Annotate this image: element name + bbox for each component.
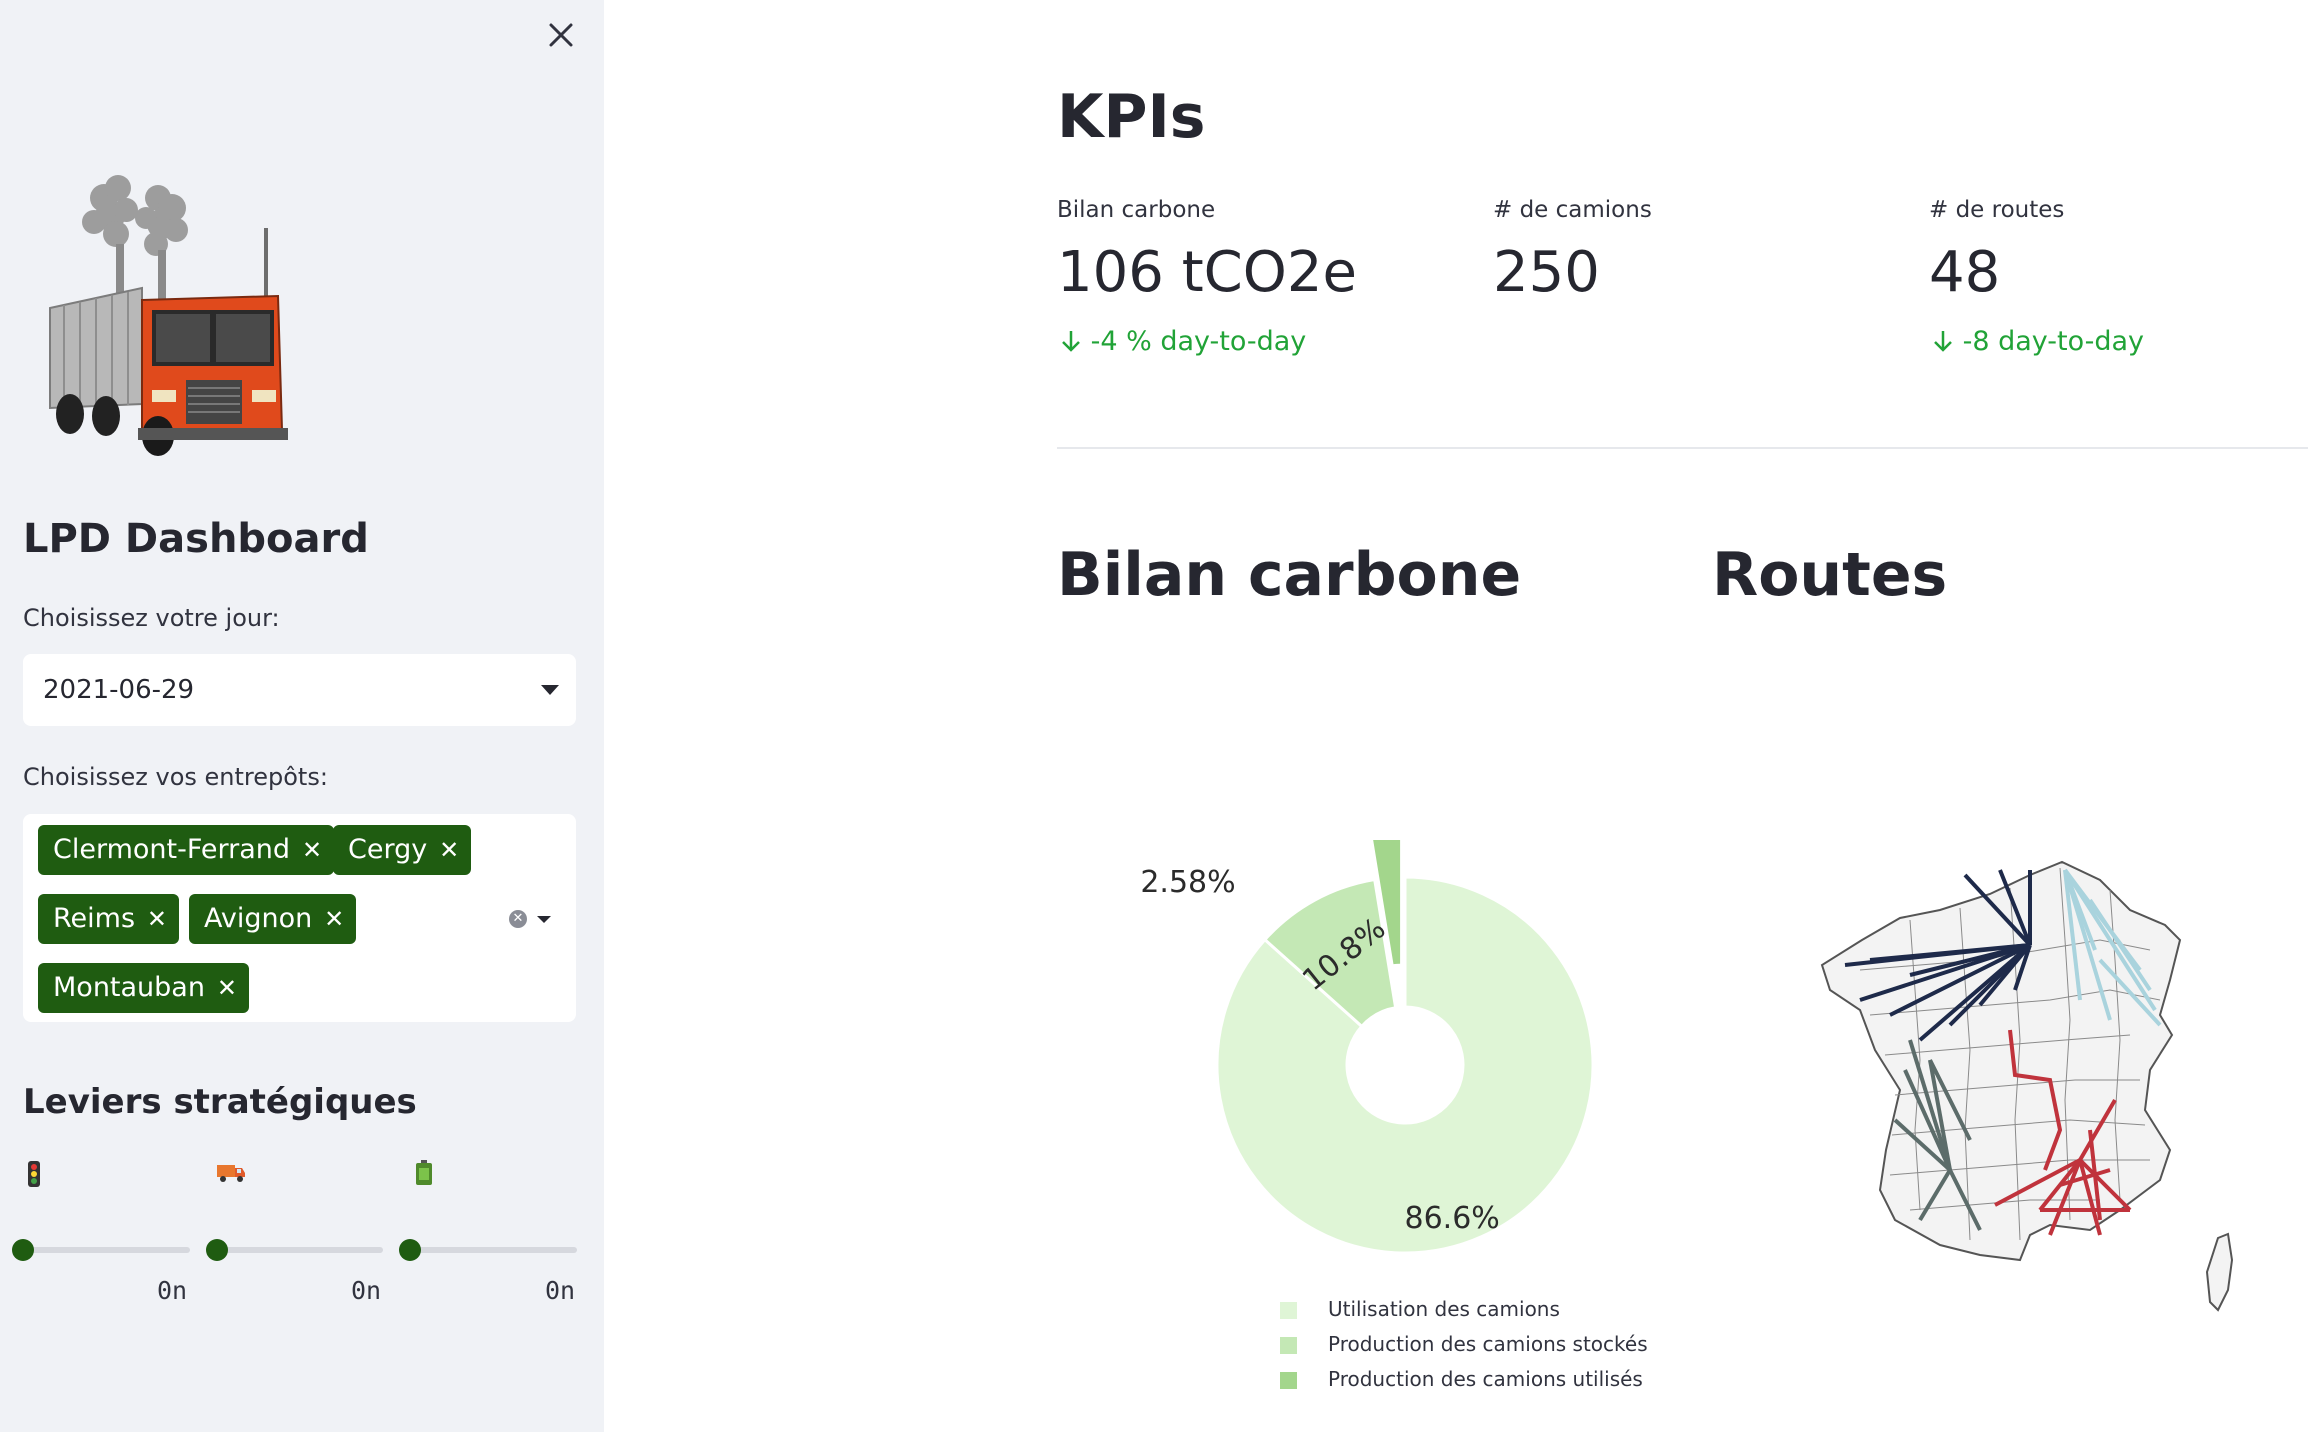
warehouse-tag-label: Reims (53, 903, 136, 934)
pie-slice-label: 86.6% (1404, 1201, 1499, 1236)
lever-slider-thumb[interactable] (206, 1239, 228, 1261)
sidebar-title: LPD Dashboard (23, 516, 369, 562)
kpi-title: KPIs (1057, 82, 1206, 152)
carbon-donut-chart: 86.6%10.8%2.58% (1140, 840, 1595, 1255)
metric-delta: -4 % day-to-day (1060, 326, 1306, 357)
metric-label: Bilan carbone (1057, 197, 1216, 223)
warehouse-tag: Montauban ✕ (38, 963, 249, 1013)
metric-delta-text: -4 % day-to-day (1090, 326, 1307, 357)
lever-slider-value: 0n (157, 1276, 188, 1305)
carbon-section-title: Bilan carbone (1057, 540, 1522, 610)
chevron-down-icon[interactable] (541, 685, 559, 695)
lever-slider-value: 0n (351, 1276, 382, 1305)
remove-tag-icon[interactable]: ✕ (439, 825, 459, 875)
traffic-light-icon (28, 1161, 40, 1187)
lever-slider-track[interactable] (410, 1247, 577, 1253)
warehouse-tag: Clermont-Ferrand ✕ (38, 825, 335, 875)
warehouse-select-label: Choisissez vos entrepôts: (23, 763, 328, 791)
delivery-truck-icon (217, 1165, 245, 1182)
sidebar: LPD Dashboard Choisissez votre jour: 202… (0, 0, 604, 1432)
warehouse-tag-label: Avignon (204, 903, 313, 934)
pie-slice-label: 2.58% (1140, 865, 1235, 900)
lever-slider-thumb[interactable] (399, 1239, 421, 1261)
day-select[interactable]: 2021-06-29 (23, 654, 576, 726)
legend-swatch (1280, 1372, 1297, 1389)
warehouse-tag: Reims ✕ (38, 894, 180, 944)
day-select-label: Choisissez votre jour: (23, 604, 280, 632)
close-icon (549, 23, 573, 47)
remove-tag-icon[interactable]: ✕ (147, 894, 167, 944)
corsica-outline (2205, 1232, 2234, 1312)
lever-slider-thumb[interactable] (12, 1239, 34, 1261)
metric-label: # de camions (1493, 197, 1652, 223)
remove-tag-icon[interactable]: ✕ (217, 963, 237, 1013)
chevron-down-icon[interactable] (537, 916, 551, 923)
metric-value: 48 (1929, 240, 2001, 305)
lever-slider-track[interactable] (216, 1247, 383, 1253)
legend-label: Production des camions stockés (1328, 1332, 1648, 1356)
section-divider (1057, 447, 2308, 449)
close-sidebar-button[interactable] (540, 14, 582, 56)
levers-title: Leviers stratégiques (23, 1082, 417, 1122)
routes-section-title: Routes (1712, 540, 1948, 610)
metric-value: 250 (1493, 240, 1600, 305)
legend-swatch (1280, 1302, 1297, 1319)
clear-all-icon[interactable]: ✕ (509, 910, 527, 928)
metric-delta-text: -8 day-to-day (1962, 326, 2145, 357)
metric-value: 106 tCO2e (1057, 240, 1357, 305)
warehouse-tag: Avignon ✕ (189, 894, 357, 944)
warehouse-multiselect[interactable]: Clermont-Ferrand ✕ Cergy ✕ Reims ✕ Avign… (23, 814, 576, 1022)
metric-delta: -8 day-to-day (1932, 326, 2144, 357)
day-select-value: 2021-06-29 (43, 675, 195, 705)
arrow-down-icon (1934, 331, 1952, 352)
routes-map (1820, 860, 2234, 1312)
legend-label: Production des camions utilisés (1328, 1367, 1643, 1391)
battery-icon (416, 1160, 432, 1185)
lever-slider-value: 0n (545, 1276, 576, 1305)
remove-tag-icon[interactable]: ✕ (324, 894, 344, 944)
truck-logo-icon (49, 175, 288, 456)
lever-slider-track[interactable] (23, 1247, 190, 1253)
warehouse-tag-label: Clermont-Ferrand (53, 834, 291, 865)
metric-label: # de routes (1929, 197, 2065, 223)
warehouse-tag-label: Cergy (348, 834, 428, 865)
warehouse-tag-label: Montauban (53, 972, 205, 1003)
legend-swatch (1280, 1337, 1297, 1354)
remove-tag-icon[interactable]: ✕ (302, 825, 322, 875)
legend-label: Utilisation des camions (1328, 1297, 1560, 1321)
arrow-down-icon (1062, 331, 1080, 352)
warehouse-tag: Cergy ✕ (333, 825, 472, 875)
